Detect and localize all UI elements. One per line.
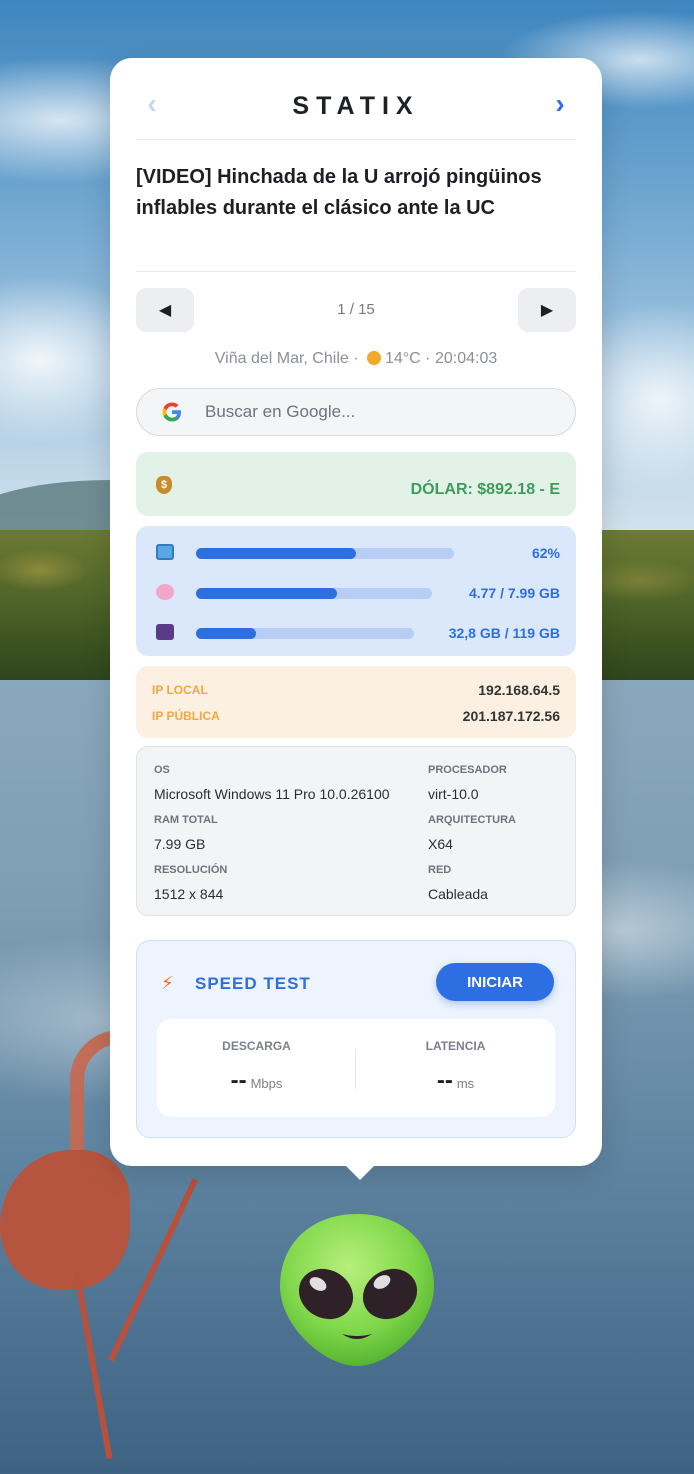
download-unit: Mbps [250,1076,283,1091]
resolution-value: 1512 x 844 [154,886,224,902]
disk-usage-value: 32,8 GB / 119 GB [448,625,560,641]
network-type-label: RED [428,864,452,876]
download-label: DESCARGA [222,1039,291,1053]
money-bag-icon: $ [156,476,172,494]
lightning-icon: ⚡ [161,973,174,993]
download-value: -- [230,1067,247,1094]
cpu-bar-track [196,548,454,559]
news-next-button[interactable]: ▶ [518,288,576,332]
latency-label: LATENCIA [425,1039,486,1053]
resource-usage: 62% 4.77 / 7.99 GB 32,8 GB / 119 GB [136,526,576,656]
processor-label: PROCESADOR [428,764,507,776]
latency-unit: ms [456,1076,475,1091]
google-search-box[interactable] [136,388,576,436]
download-readout: -- Mbps [157,1067,356,1095]
disk-bar-fill [196,628,257,639]
system-info-card: OS Microsoft Windows 11 Pro 10.0.26100 P… [136,746,576,916]
processor-value: virt-10.0 [428,786,479,802]
brain-icon [156,584,174,600]
currency-card: $ DÓLAR: $892.18 - E [136,452,576,516]
ram-usage-row: 4.77 / 7.99 GB [136,582,576,604]
architecture-label: ARQUITECTURA [428,814,516,826]
cpu-usage-row: 62% [136,542,576,564]
search-input[interactable] [205,389,555,434]
speed-test-card: ⚡ SPEED TEST INICIAR DESCARGA -- Mbps LAT… [136,940,576,1138]
network-card: IP LOCAL 192.168.64.5 IP PÚBLICA 201.187… [136,666,576,738]
latency-value: -- [436,1067,453,1094]
location-text: Viña del Mar, Chile · [214,350,363,367]
alien-mascot-icon[interactable] [278,1210,436,1370]
speed-results: DESCARGA -- Mbps LATENCIA -- ms [157,1019,555,1117]
statix-widget: ‹ STATIX › [VIDEO] Hinchada de la U arro… [110,58,602,1180]
chevron-right-icon[interactable]: › [546,90,574,120]
speed-test-title: SPEED TEST [195,974,311,993]
news-headline[interactable]: [VIDEO] Hinchada de la U arrojó pingüino… [136,162,576,272]
disk-usage-row: 32,8 GB / 119 GB [136,622,576,644]
start-speed-test-button[interactable]: INICIAR [436,963,554,1001]
network-type-value: Cableada [428,886,488,902]
cpu-usage-value: 62% [531,545,560,561]
google-icon [159,399,185,425]
resolution-label: RESOLUCIÓN [154,864,228,876]
news-prev-button[interactable]: ◀ [136,288,194,332]
sun-icon [366,351,381,365]
cpu-bar-fill [196,548,356,559]
floppy-disk-icon [156,624,174,640]
ip-local-label: IP LOCAL [152,683,208,697]
dollar-rate: DÓLAR: $892.18 - E [410,481,560,498]
disk-bar-track [196,628,414,639]
ip-public-label: IP PÚBLICA [152,709,220,723]
brand-title: STATIX [292,92,420,120]
location-weather: Viña del Mar, Chile · 14°C · 20:04:03 [136,350,576,368]
ram-bar-fill [196,588,337,599]
os-value: Microsoft Windows 11 Pro 10.0.26100 [154,786,390,802]
ram-usage-value: 4.77 / 7.99 GB [468,585,560,601]
ram-total-value: 7.99 GB [154,836,206,852]
header: ‹ STATIX › [136,80,576,140]
news-page-indicator: 1 / 15 [337,301,375,318]
os-label: OS [154,764,170,776]
ram-total-label: RAM TOTAL [154,814,218,826]
monitor-icon [156,544,174,560]
weather-text: 14°C · 20:04:03 [384,350,498,367]
ip-public-value: 201.187.172.56 [462,708,560,724]
ram-bar-track [196,588,432,599]
ip-local-value: 192.168.64.5 [478,682,560,698]
latency-readout: -- ms [356,1067,555,1095]
architecture-value: X64 [428,836,453,852]
